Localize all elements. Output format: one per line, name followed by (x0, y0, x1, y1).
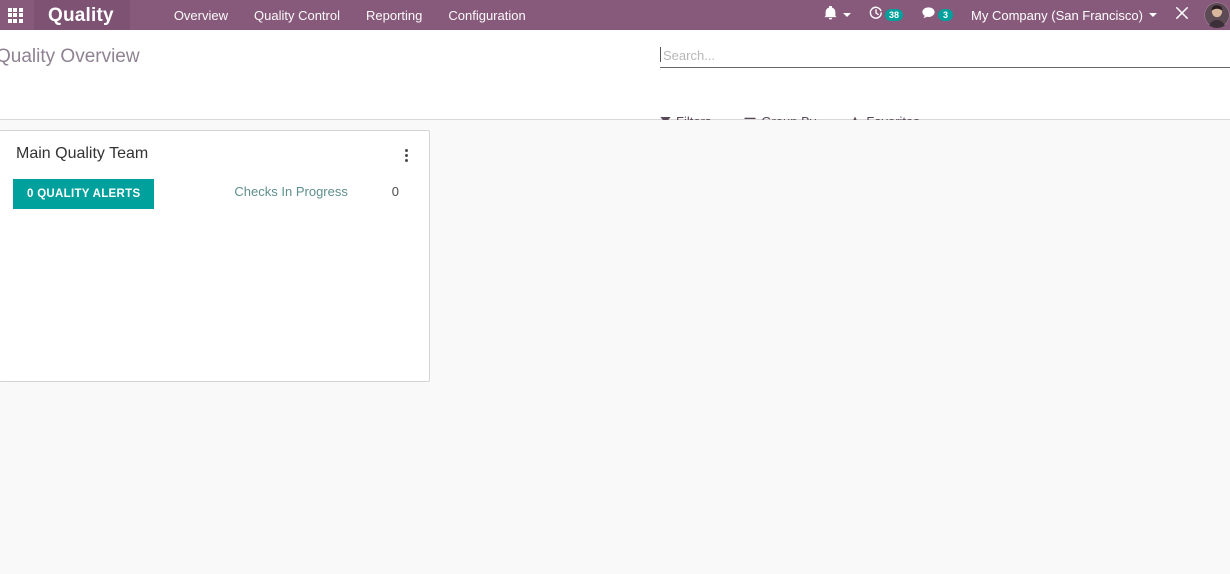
card-title: Main Quality Team (16, 145, 149, 162)
main-menu: Overview Quality Control Reporting Confi… (174, 8, 815, 23)
card-stats: Checks In Progress 0 (234, 179, 413, 199)
menu-item-configuration[interactable]: Configuration (448, 8, 525, 23)
notifications-button[interactable] (815, 0, 860, 30)
messages-button[interactable]: 3 (912, 0, 962, 30)
text-cursor (660, 47, 661, 62)
search-row[interactable] (660, 44, 1230, 68)
vertical-ellipsis-icon[interactable] (399, 145, 413, 162)
chevron-down-icon (1149, 13, 1157, 17)
wrench-tools-icon (1175, 6, 1189, 25)
top-navbar: Quality Overview Quality Control Reporti… (0, 0, 1230, 30)
page-title: Quality Overview (0, 46, 140, 67)
apps-menu-button[interactable] (0, 0, 30, 30)
control-panel: Quality Overview Filters Group By (0, 30, 1230, 129)
apps-grid-icon (7, 7, 23, 23)
chat-bubble-icon (921, 6, 936, 25)
checks-in-progress-link[interactable]: Checks In Progress (234, 184, 347, 199)
quality-alerts-button[interactable]: 0 QUALITY ALERTS (13, 179, 155, 209)
search-input[interactable] (660, 48, 1230, 63)
company-switcher[interactable]: My Company (San Francisco) (962, 0, 1166, 30)
messages-count-badge: 3 (938, 8, 954, 22)
user-avatar-image (1204, 2, 1230, 28)
activities-button[interactable]: 38 (860, 0, 912, 30)
kanban-view: Main Quality Team 0 QUALITY ALERTS Check… (0, 120, 1230, 574)
card-body: 0 QUALITY ALERTS Checks In Progress 0 (0, 163, 429, 209)
kanban-card-quality-team[interactable]: Main Quality Team 0 QUALITY ALERTS Check… (0, 130, 430, 382)
card-header: Main Quality Team (0, 131, 429, 163)
checks-in-progress-value: 0 (391, 184, 399, 199)
clock-icon (869, 6, 883, 25)
company-name-label: My Company (San Francisco) (971, 7, 1143, 23)
systray: 38 3 My Company (San Francisco) (815, 0, 1230, 30)
menu-item-quality-control[interactable]: Quality Control (254, 8, 340, 23)
menu-item-overview[interactable]: Overview (174, 8, 228, 23)
menu-item-reporting[interactable]: Reporting (366, 8, 422, 23)
app-brand[interactable]: Quality (34, 0, 130, 30)
activities-count-badge: 38 (885, 8, 904, 22)
bell-icon (824, 5, 837, 25)
chevron-down-icon (843, 13, 852, 17)
developer-tools-button[interactable] (1166, 0, 1198, 30)
breadcrumb: Quality Overview (0, 46, 140, 68)
avatar[interactable] (1204, 2, 1230, 28)
search-area (660, 44, 1230, 68)
app-brand-label: Quality (48, 4, 114, 26)
